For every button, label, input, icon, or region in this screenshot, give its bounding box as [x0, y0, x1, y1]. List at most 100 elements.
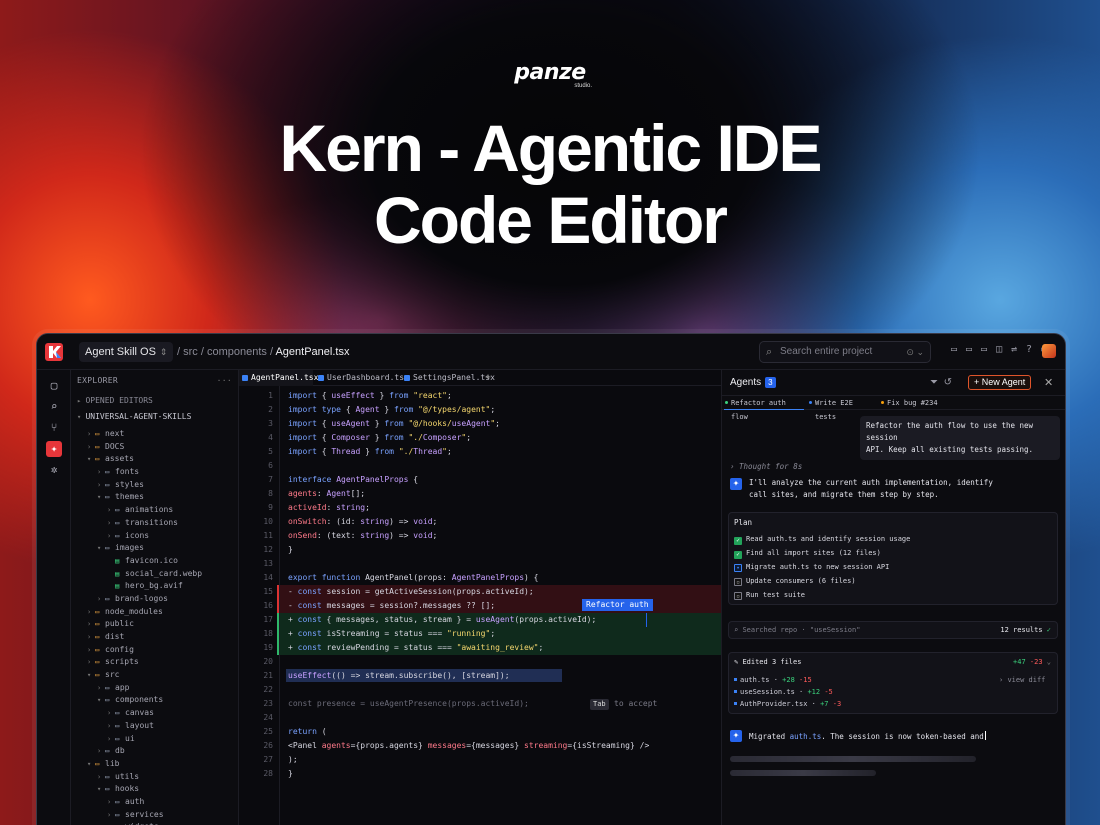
tree-folder[interactable]: › ▭ node_modules — [71, 606, 238, 619]
kern-logo-icon[interactable] — [45, 343, 63, 361]
results-count: 12 results ✓ — [1000, 626, 1051, 634]
tree-folder[interactable]: › ▭ DOCS — [71, 441, 238, 454]
agent-tab-label: Write E2E tests — [815, 399, 853, 421]
tree-file[interactable]: ▤ hero_bg.avif — [71, 580, 238, 593]
agent-tab-e2e[interactable]: Write E2E tests — [808, 396, 878, 421]
tree-folder[interactable]: ›▭widgets — [71, 821, 238, 825]
line-number: 3 — [268, 419, 273, 428]
tab-label: SettingsPanel.tsx — [413, 373, 495, 382]
agent-message-line2: call sites, and migrate them step by ste… — [749, 490, 939, 499]
tree-item-label: public — [105, 619, 134, 629]
line-number: 18 — [263, 629, 273, 638]
new-tab-button[interactable]: + — [485, 370, 497, 386]
file-dot-icon — [734, 702, 737, 705]
tree-folder[interactable]: ▾ ▭ lib — [71, 758, 238, 771]
tree-file[interactable]: ▤ social_card.webp — [71, 568, 238, 581]
line-number: 14 — [263, 573, 273, 582]
extensions-icon[interactable]: ✲ — [46, 462, 62, 478]
layout-right-icon[interactable]: ▭ — [977, 344, 991, 355]
folder-icon: ▭ — [105, 747, 110, 756]
line-number: 2 — [268, 405, 273, 414]
help-icon[interactable]: ? — [1022, 344, 1036, 355]
opened-editors-section[interactable]: ▸ OPENED EDITORS — [71, 394, 238, 408]
project-switcher[interactable]: Agent Skill OS ⇕ — [79, 342, 174, 362]
tree-folder[interactable]: › ▭ transitions — [71, 517, 238, 530]
user-message: Refactor the auth flow to use the new se… — [860, 416, 1060, 460]
tree-folder[interactable]: › ▭ public — [71, 618, 238, 631]
status-dot — [809, 401, 812, 404]
close-icon[interactable]: ✕ — [1044, 376, 1053, 389]
agent-tab-bug[interactable]: Fix bug #234 — [880, 396, 950, 410]
tree-folder[interactable]: ▾ ▭ images — [71, 542, 238, 555]
tree-folder[interactable]: ▾ ▭ hooks — [71, 783, 238, 796]
project-root[interactable]: ▾ UNIVERSAL-AGENT-SKILLS — [71, 410, 238, 424]
breadcrumb-current[interactable]: AgentPanel.tsx — [275, 346, 349, 358]
plan-item: ✓ Find all import sites (12 files) — [734, 549, 881, 559]
status-dot — [881, 401, 884, 404]
new-agent-button[interactable]: + New Agent — [968, 375, 1032, 390]
explorer-header: EXPLORER ··· — [71, 374, 238, 388]
line-number: 16 — [263, 601, 273, 610]
tree-folder[interactable]: › ▭ db — [71, 745, 238, 758]
layout-left-icon[interactable]: ▭ — [947, 344, 961, 355]
chevron-right-icon: › — [107, 518, 112, 527]
breadcrumb-components[interactable]: components — [207, 346, 267, 358]
agent-message-line1: I'll analyze the current auth implementa… — [749, 478, 993, 487]
tree-folder[interactable]: ▾ ▭ src — [71, 669, 238, 682]
tree-folder[interactable]: › ▭ brand-logos — [71, 593, 238, 606]
search-rail-icon[interactable]: ⌕ — [46, 399, 62, 415]
history-icon[interactable]: ↺ — [944, 377, 952, 388]
tree-folder[interactable]: › ▭ fonts — [71, 466, 238, 479]
tree-folder[interactable]: › ▭ next — [71, 428, 238, 441]
tab-agentpanel[interactable]: AgentPanel.tsx — [239, 370, 318, 386]
tree-folder[interactable]: › ▭ app — [71, 682, 238, 695]
edited-plus: +47 — [1013, 658, 1026, 666]
edited-title: ✎ Edited 3 files — [734, 658, 801, 666]
folder-icon: ▭ — [105, 493, 110, 502]
tree-folder[interactable]: › ▭ config — [71, 644, 238, 657]
code-line: onSwitch: (id: string) => void; — [288, 517, 438, 526]
tree-folder[interactable]: › ▭ animations — [71, 504, 238, 517]
final-msg-file[interactable]: auth.ts — [790, 732, 822, 741]
tree-folder[interactable]: › ▭ styles — [71, 479, 238, 492]
tree-folder[interactable]: › ▭ icons — [71, 530, 238, 543]
code-area[interactable]: import { useEffect } from "react"; import… — [277, 386, 722, 825]
tree-folder[interactable]: › ▭ canvas — [71, 707, 238, 720]
refactor-auth-label[interactable]: Refactor auth — [582, 599, 653, 611]
edited-file-row[interactable]: useSession.ts · +12 -5 — [734, 688, 833, 696]
chevron-down-icon[interactable]: ⌄ — [1047, 658, 1051, 666]
tab-settingspanel[interactable]: SettingsPanel.tsx — [401, 370, 495, 386]
agent-tab-refactor[interactable]: Refactor auth flow — [724, 396, 804, 421]
settings-sliders-icon[interactable]: ⇌ — [1007, 344, 1021, 355]
tree-folder[interactable]: › ▭ layout — [71, 720, 238, 733]
edited-file-row[interactable]: auth.ts · +28 -15 — [734, 676, 812, 684]
tree-folder[interactable]: › ▭ auth — [71, 796, 238, 809]
thought-toggle[interactable]: › Thought for 8s — [730, 462, 802, 471]
folder-icon: ▭ — [115, 734, 120, 743]
edited-file-row[interactable]: AuthProvider.tsx · +7 -3 — [734, 700, 841, 708]
tree-folder[interactable]: › ▭ utils — [71, 771, 238, 784]
breadcrumb-src[interactable]: src — [183, 346, 198, 358]
tree-folder[interactable]: › ▭ ui — [71, 733, 238, 746]
tree-folder[interactable]: › ▭ services — [71, 809, 238, 822]
tree-folder[interactable]: ▾ ▭ components — [71, 694, 238, 707]
filter-icon[interactable]: ⏷ — [930, 377, 938, 388]
files-icon[interactable]: ▢ — [46, 378, 62, 394]
tree-folder[interactable]: › ▭ scripts — [71, 656, 238, 669]
tree-file[interactable]: ▤ favicon.ico — [71, 555, 238, 568]
view-diff-link[interactable]: › view diff — [999, 676, 1045, 684]
avatar[interactable] — [1042, 344, 1056, 358]
tab-userdashboard[interactable]: UserDashboard.tsx — [315, 370, 409, 386]
layout-center-icon[interactable]: ▭ — [962, 344, 976, 355]
agents-icon[interactable]: ✦ — [46, 441, 62, 457]
tree-folder[interactable]: › ▭ dist — [71, 631, 238, 644]
search-options-icon[interactable]: ⊙ ⌄ — [906, 342, 924, 362]
tree-folder[interactable]: ▾ ▭ assets — [71, 453, 238, 466]
split-view-icon[interactable]: ◫ — [992, 344, 1006, 355]
tree-folder[interactable]: ▾ ▭ themes — [71, 491, 238, 504]
source-control-icon[interactable]: ⑂ — [46, 420, 62, 436]
search-result-card[interactable]: ⌕ Searched repo · "useSession" 12 result… — [728, 621, 1058, 639]
results-label: 12 results — [1000, 626, 1043, 634]
search-input[interactable]: ⌕ Search entire project ⊙ ⌄ — [759, 341, 931, 363]
more-icon[interactable]: ··· — [217, 374, 232, 388]
